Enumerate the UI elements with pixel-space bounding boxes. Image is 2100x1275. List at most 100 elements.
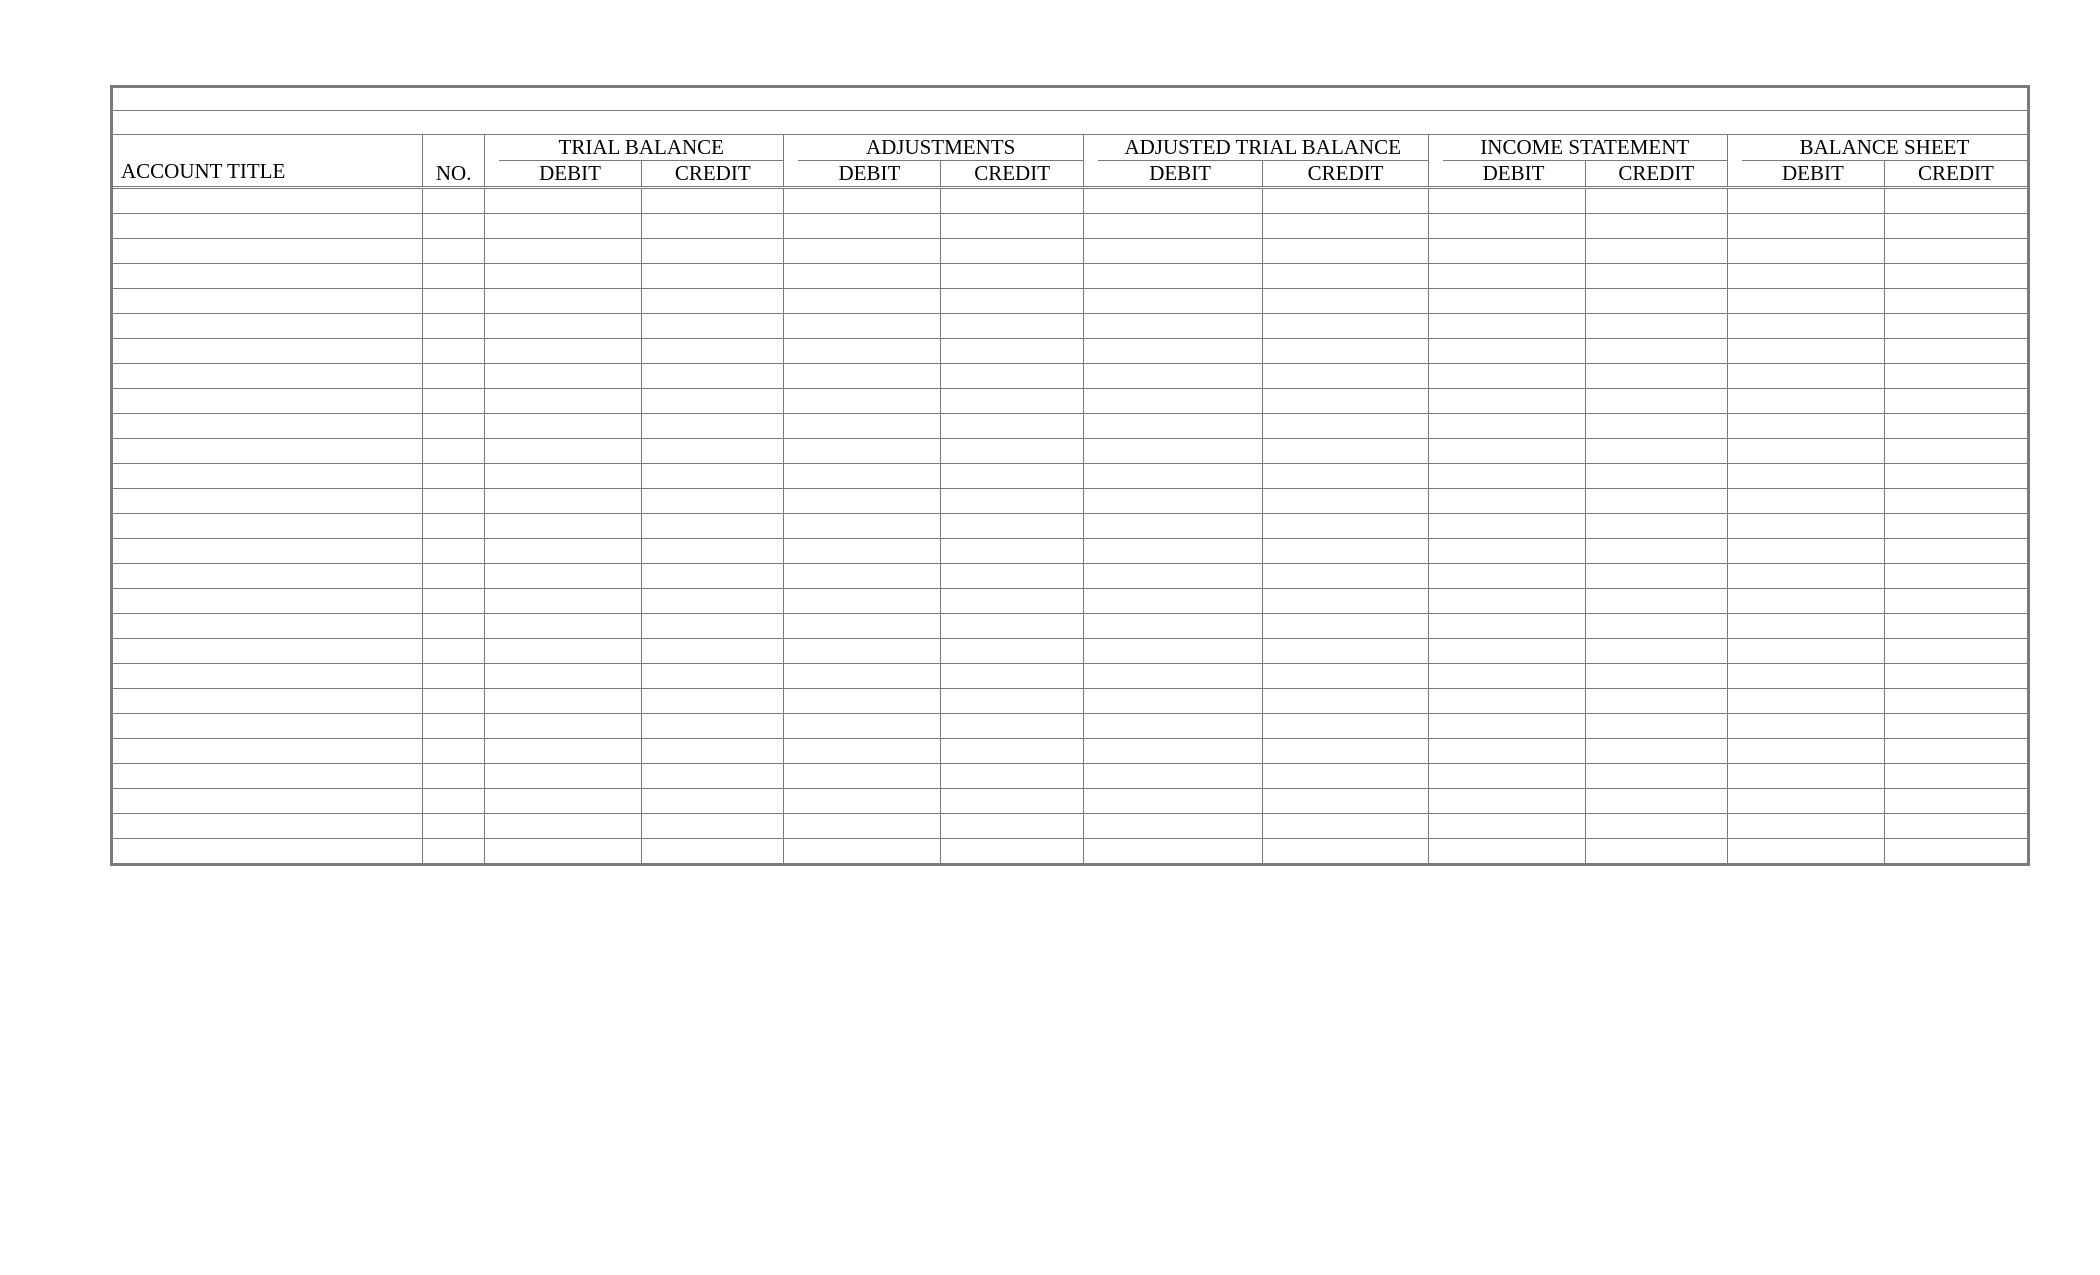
- cell: [798, 464, 940, 489]
- cell: [1585, 589, 1727, 614]
- cell: [642, 339, 784, 364]
- cell: [941, 664, 1083, 689]
- cell: [784, 464, 798, 489]
- cell: [1428, 764, 1442, 789]
- cell: [1098, 289, 1263, 314]
- title-row: [113, 88, 2027, 111]
- cell: [423, 264, 485, 289]
- cell: [1083, 664, 1097, 689]
- cell: [1884, 314, 2027, 339]
- cell: [1263, 564, 1428, 589]
- cell: [1585, 839, 1727, 864]
- cell: [423, 664, 485, 689]
- cell: [1727, 264, 1741, 289]
- header-credit: CREDIT: [642, 161, 784, 188]
- table-row: [113, 814, 2027, 839]
- cell: [642, 389, 784, 414]
- cell: [1083, 364, 1097, 389]
- cell: [1585, 664, 1727, 689]
- cell: [113, 464, 423, 489]
- cell: [1263, 264, 1428, 289]
- cell: [1098, 814, 1263, 839]
- cell: [1727, 414, 1741, 439]
- table-row: [113, 439, 2027, 464]
- cell: [485, 764, 499, 789]
- cell: [499, 764, 641, 789]
- cell: [1884, 539, 2027, 564]
- cell: [499, 614, 641, 639]
- cell: [499, 339, 641, 364]
- cell: [1742, 389, 1884, 414]
- cell: [1083, 739, 1097, 764]
- cell: [784, 789, 798, 814]
- cell: [1884, 639, 2027, 664]
- cell: [1742, 739, 1884, 764]
- header-debit: DEBIT: [499, 161, 641, 188]
- cell: [1098, 539, 1263, 564]
- cell: [798, 339, 940, 364]
- cell: [784, 814, 798, 839]
- cell: [423, 414, 485, 439]
- cell: [423, 489, 485, 514]
- cell: [485, 464, 499, 489]
- cell: [1742, 514, 1884, 539]
- cell: [798, 214, 940, 239]
- cell: [1884, 414, 2027, 439]
- cell: [485, 739, 499, 764]
- cell: [941, 839, 1083, 864]
- cell: [113, 789, 423, 814]
- header-adjustments: ADJUSTMENTS: [798, 135, 1083, 161]
- cell: [499, 289, 641, 314]
- cell: [499, 439, 641, 464]
- cell: [1884, 339, 2027, 364]
- header-credit: CREDIT: [1585, 161, 1727, 188]
- cell: [499, 314, 641, 339]
- cell: [642, 264, 784, 289]
- cell: [1098, 189, 1263, 214]
- cell: [113, 639, 423, 664]
- cell: [1727, 764, 1741, 789]
- cell: [1263, 364, 1428, 389]
- cell: [1742, 789, 1884, 814]
- cell: [941, 464, 1083, 489]
- header-debit: DEBIT: [1098, 161, 1263, 188]
- cell: [784, 714, 798, 739]
- cell: [1884, 364, 2027, 389]
- cell: [642, 514, 784, 539]
- cell: [485, 589, 499, 614]
- cell: [1263, 514, 1428, 539]
- cell: [1585, 739, 1727, 764]
- cell: [642, 689, 784, 714]
- cell: [1098, 564, 1263, 589]
- cell: [1428, 264, 1442, 289]
- cell: [485, 689, 499, 714]
- cell: [485, 714, 499, 739]
- cell: [798, 289, 940, 314]
- cell: [1263, 464, 1428, 489]
- cell: [499, 189, 641, 214]
- cell: [1098, 489, 1263, 514]
- cell: [1585, 614, 1727, 639]
- cell: [1727, 564, 1741, 589]
- header-debit: DEBIT: [798, 161, 940, 188]
- cell: [1098, 239, 1263, 264]
- cell: [1884, 614, 2027, 639]
- cell: [113, 189, 423, 214]
- header-debit: DEBIT: [1443, 161, 1585, 188]
- cell: [485, 789, 499, 814]
- table-row: [113, 689, 2027, 714]
- cell: [499, 664, 641, 689]
- cell: [798, 614, 940, 639]
- cell: [423, 289, 485, 314]
- cell: [798, 539, 940, 564]
- cell: [1083, 789, 1097, 814]
- cell: [1742, 439, 1884, 464]
- cell: [1263, 689, 1428, 714]
- cell: [1443, 189, 1585, 214]
- cell: [113, 339, 423, 364]
- cell: [798, 514, 940, 539]
- cell: [423, 439, 485, 464]
- cell: [798, 439, 940, 464]
- cell: [1727, 239, 1741, 264]
- cell: [784, 339, 798, 364]
